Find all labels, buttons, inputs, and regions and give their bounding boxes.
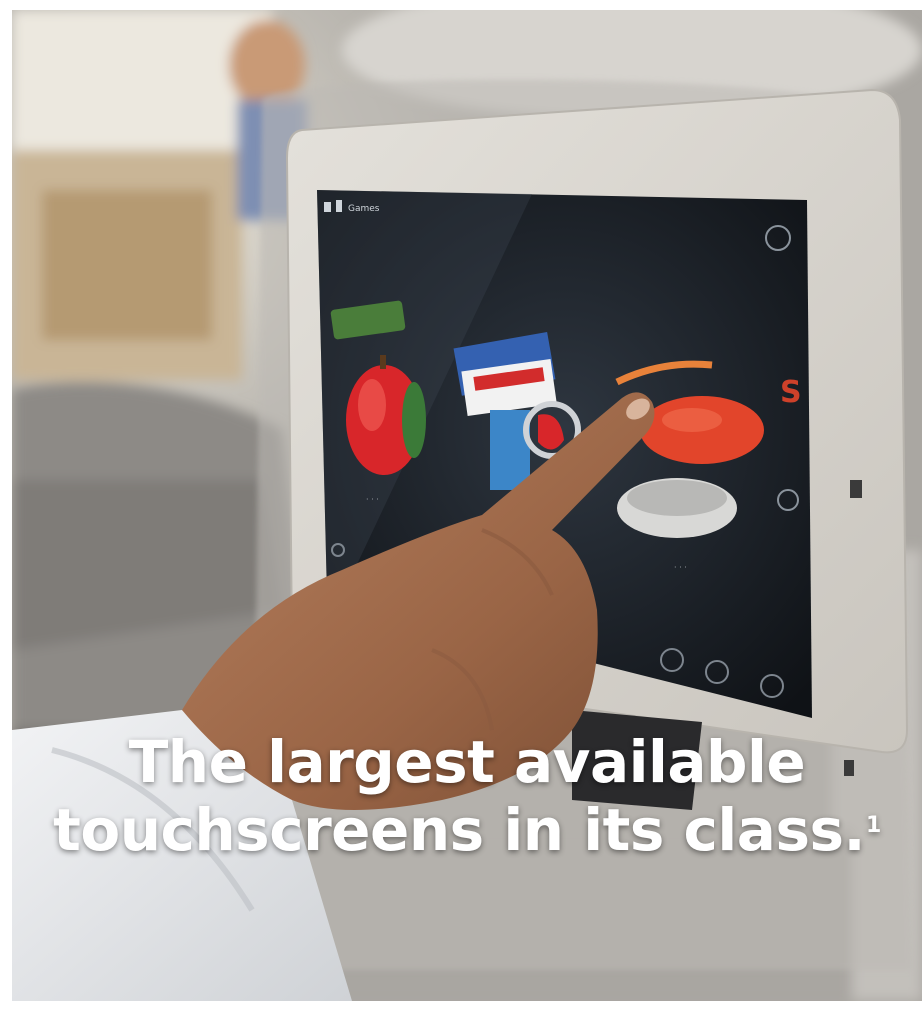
screen-header-title: Games (348, 204, 380, 214)
game-label-apples: · · · (366, 495, 379, 504)
footnote-marker: 1 (866, 813, 881, 838)
headline-line-1: The largest available (128, 728, 806, 796)
headline-line-2: touchscreens in its class.1 (12, 796, 922, 864)
page-frame: Games · · · · · · S The largest availabl… (0, 0, 922, 1011)
headline: The largest available touchscreens in it… (12, 728, 922, 864)
headline-line-2-text: touchscreens in its class. (53, 796, 866, 864)
partial-game-title: S (780, 375, 802, 410)
back-icon[interactable] (324, 202, 331, 212)
car-interior-photo: Games · · · · · · S The largest availabl… (12, 10, 922, 1001)
menu-icon[interactable] (336, 200, 342, 212)
game-label-checkers: · · · (674, 563, 687, 572)
